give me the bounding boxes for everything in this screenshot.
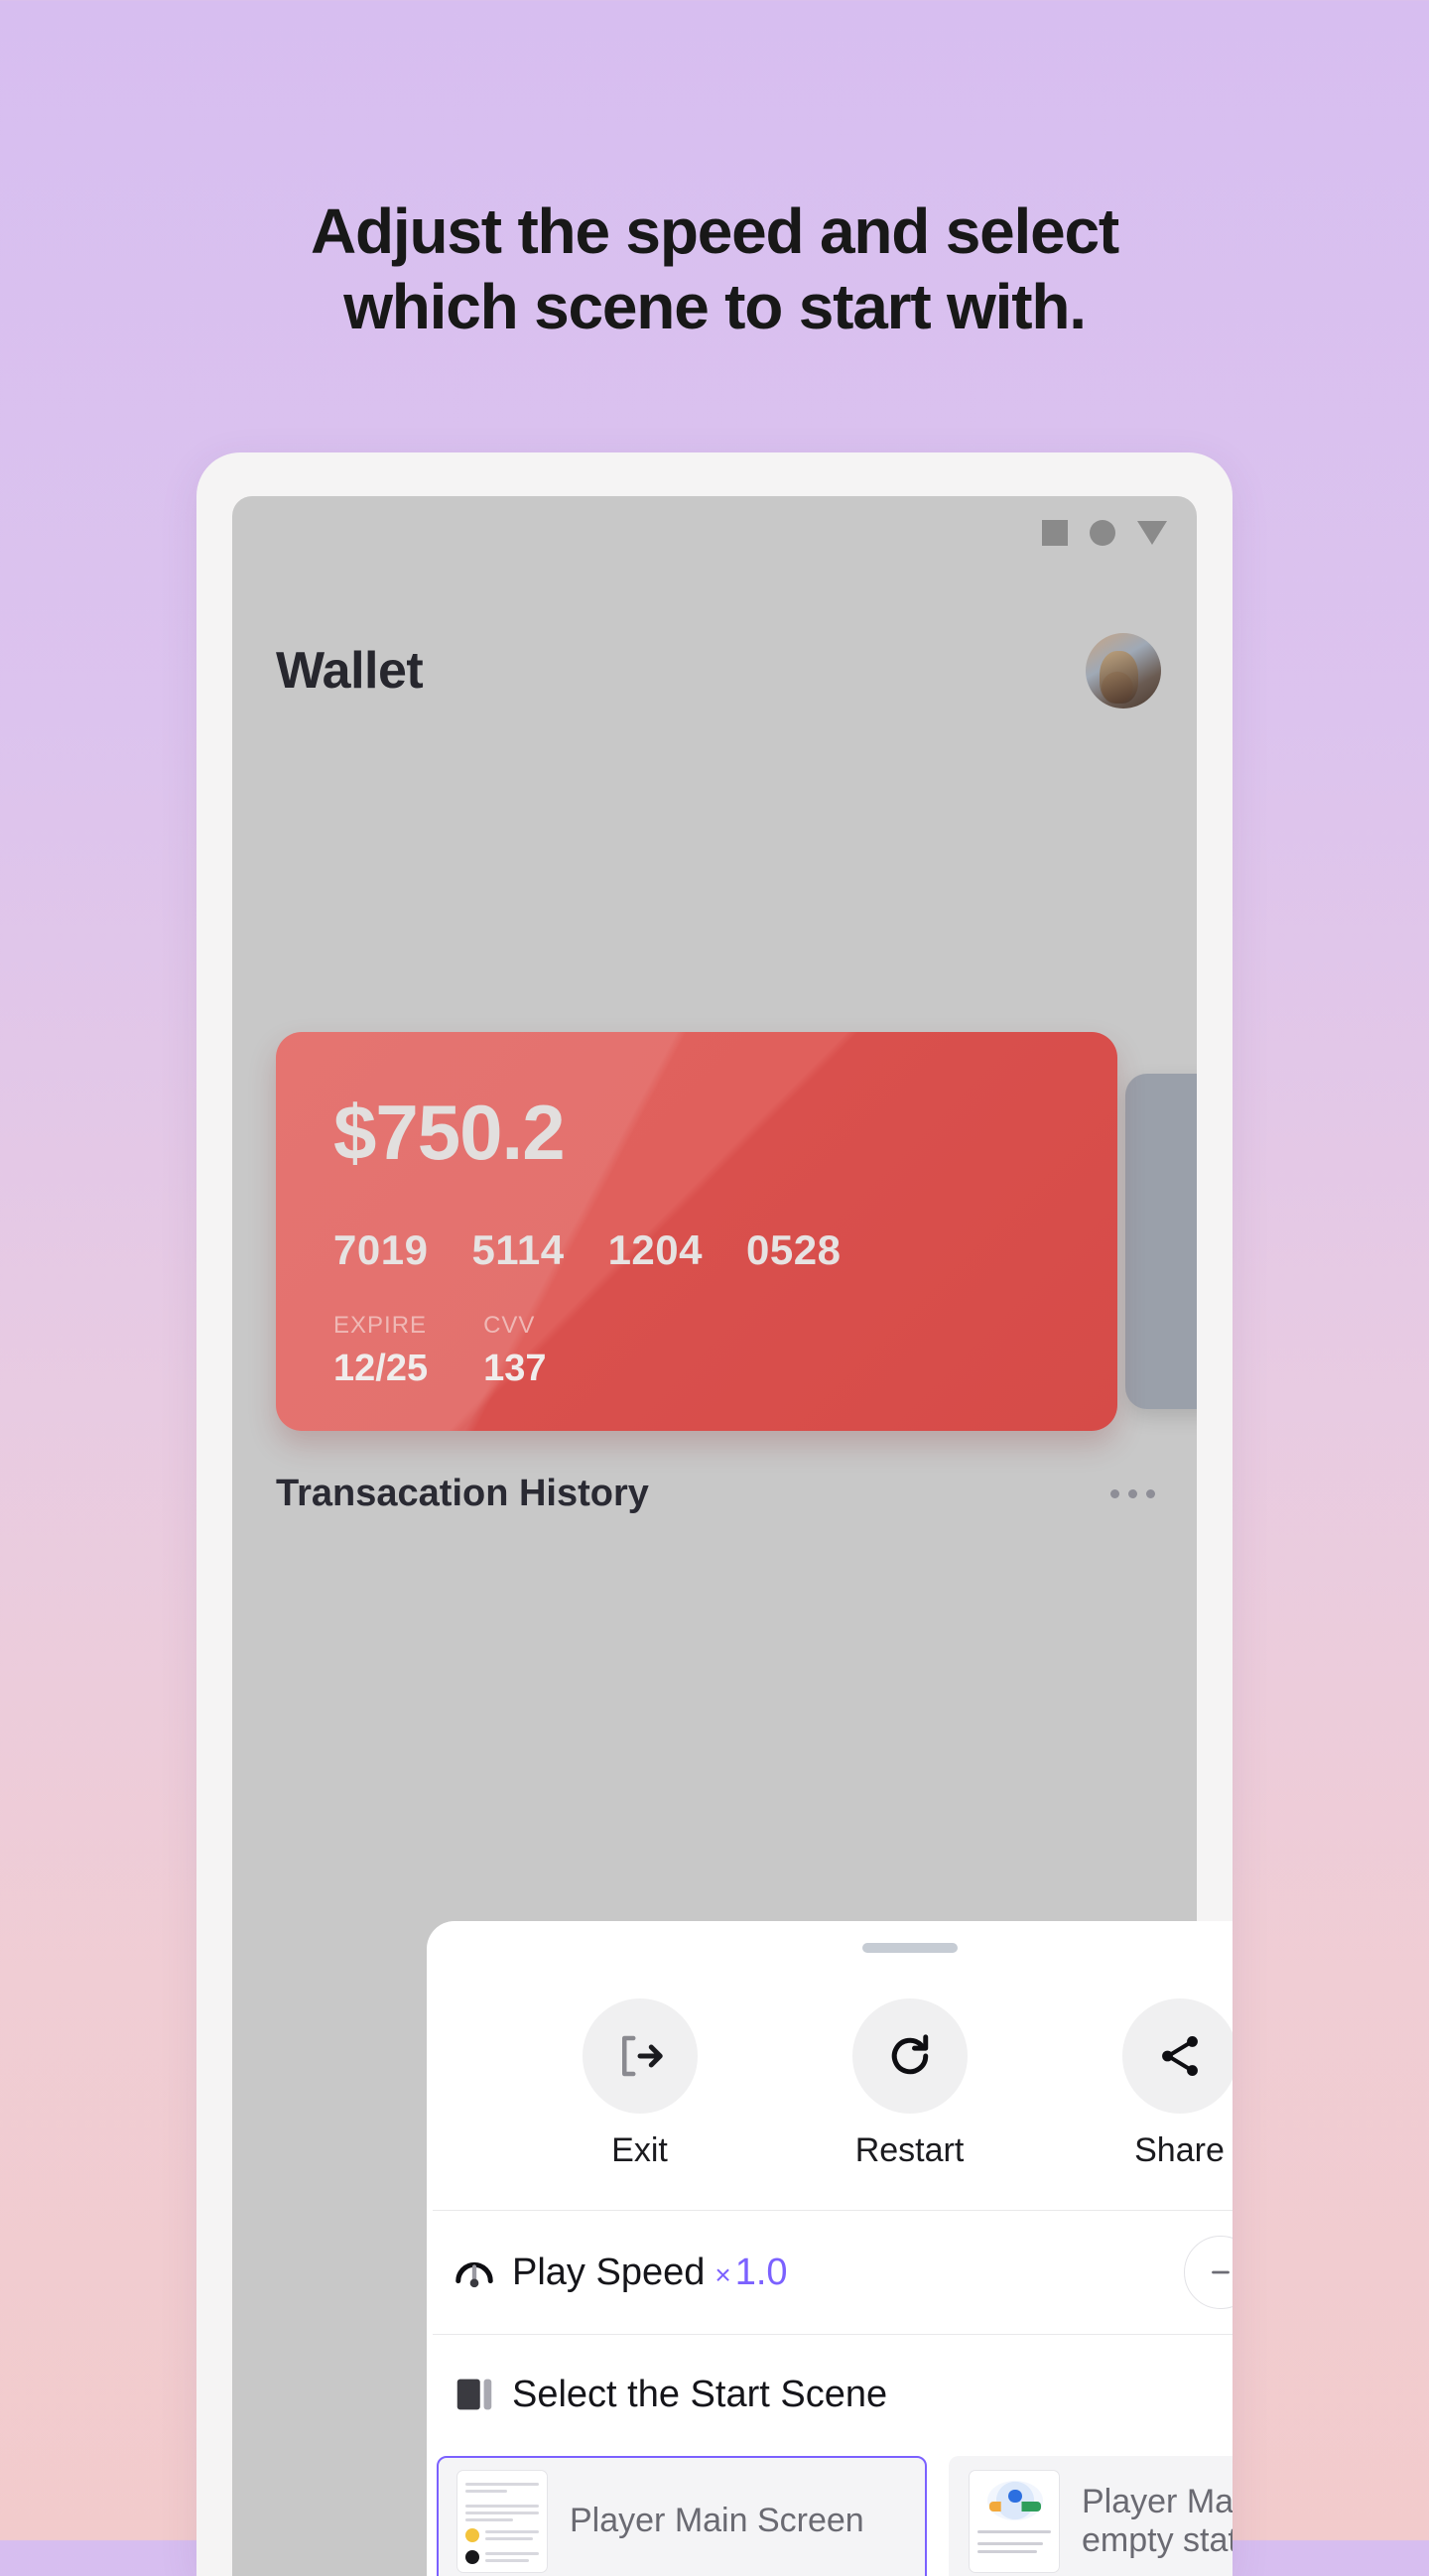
card-cvv-value: 137 — [483, 1348, 547, 1389]
circle-icon[interactable] — [1090, 520, 1115, 546]
square-icon[interactable] — [1042, 520, 1068, 546]
share-icon — [1121, 1998, 1233, 2114]
card-expire-label: EXPIRE — [333, 1312, 428, 1339]
wallet-title: Wallet — [276, 642, 424, 700]
share-button[interactable]: Share — [1101, 1998, 1233, 2170]
card-number: 7019 5114 1204 0528 — [333, 1226, 841, 1274]
credit-card[interactable]: $750.2 7019 5114 1204 0528 EXPIRE 12/25 … — [276, 1032, 1117, 1431]
exit-button[interactable]: Exit — [561, 1998, 719, 2170]
headline-line-2: which scene to start with. — [343, 270, 1087, 342]
action-buttons: Exit Restart Share — [427, 1998, 1233, 2170]
android-navigation-bar — [1042, 520, 1167, 546]
play-speed-value: 1.0 — [734, 2251, 788, 2293]
speedometer-icon — [437, 2247, 512, 2298]
play-speed-symbol: × — [714, 2258, 731, 2290]
bottom-sheet: Exit Restart Share Play Speed × 1.0 Sele… — [427, 1921, 1233, 2576]
restart-icon — [851, 1998, 968, 2114]
scene-card-player-main-screen-empty[interactable]: Player Main Screen empty state — [949, 2456, 1233, 2576]
play-speed-text: Play Speed — [512, 2251, 706, 2293]
card-number-group: 0528 — [746, 1226, 842, 1273]
play-speed-label: Play Speed × 1.0 — [512, 2252, 1156, 2294]
page-title: Adjust the speed and select which scene … — [0, 194, 1429, 344]
share-label: Share — [1134, 2131, 1225, 2169]
start-scene-header: Select the Start Scene — [427, 2335, 1233, 2454]
slide-icon — [437, 2372, 512, 2417]
card-cvv-label: CVV — [483, 1312, 536, 1339]
exit-icon — [582, 1998, 698, 2114]
phone-mockup: Wallet $750.2 7019 5114 1204 0528 EXPIRE… — [196, 452, 1233, 2576]
start-scene-label: Select the Start Scene — [512, 2373, 888, 2415]
card-expire: EXPIRE 12/25 — [333, 1312, 428, 1390]
share-empty-thumbnail — [969, 2470, 1060, 2573]
inbox-thumbnail — [456, 2470, 548, 2573]
next-card-peek[interactable] — [1125, 1074, 1197, 1409]
sheet-grabber[interactable] — [861, 1943, 958, 1953]
card-number-group: 7019 — [333, 1226, 429, 1273]
avatar[interactable] — [1086, 633, 1161, 708]
card-balance: $750.2 — [333, 1089, 566, 1176]
card-cvv: CVV 137 — [483, 1312, 546, 1390]
card-number-group: 1204 — [607, 1226, 703, 1273]
transaction-history-header: Transacation History — [276, 1473, 1155, 1515]
triangle-icon[interactable] — [1137, 521, 1167, 545]
play-speed-row: Play Speed × 1.0 — [427, 2211, 1233, 2334]
transaction-history-title: Transacation History — [276, 1473, 649, 1514]
restart-label: Restart — [854, 2131, 965, 2169]
scene-card-player-main-screen[interactable]: Player Main Screen — [437, 2456, 927, 2576]
scene-label: Player Main Screen empty state — [1082, 2482, 1233, 2559]
card-expire-value: 12/25 — [333, 1348, 429, 1389]
speed-decrease-button[interactable] — [1184, 2236, 1233, 2309]
more-options-icon[interactable] — [1110, 1489, 1155, 1498]
card-number-group: 5114 — [471, 1226, 565, 1273]
exit-label: Exit — [611, 2131, 668, 2169]
headline-line-1: Adjust the speed and select — [310, 195, 1119, 267]
restart-button[interactable]: Restart — [831, 1998, 989, 2170]
scene-label: Player Main Screen — [570, 2502, 864, 2540]
wallet-header: Wallet — [276, 627, 1161, 714]
scene-list: Player Main Screen Player Main Screen em… — [427, 2454, 1233, 2576]
card-meta: EXPIRE 12/25 CVV 137 — [333, 1312, 547, 1390]
